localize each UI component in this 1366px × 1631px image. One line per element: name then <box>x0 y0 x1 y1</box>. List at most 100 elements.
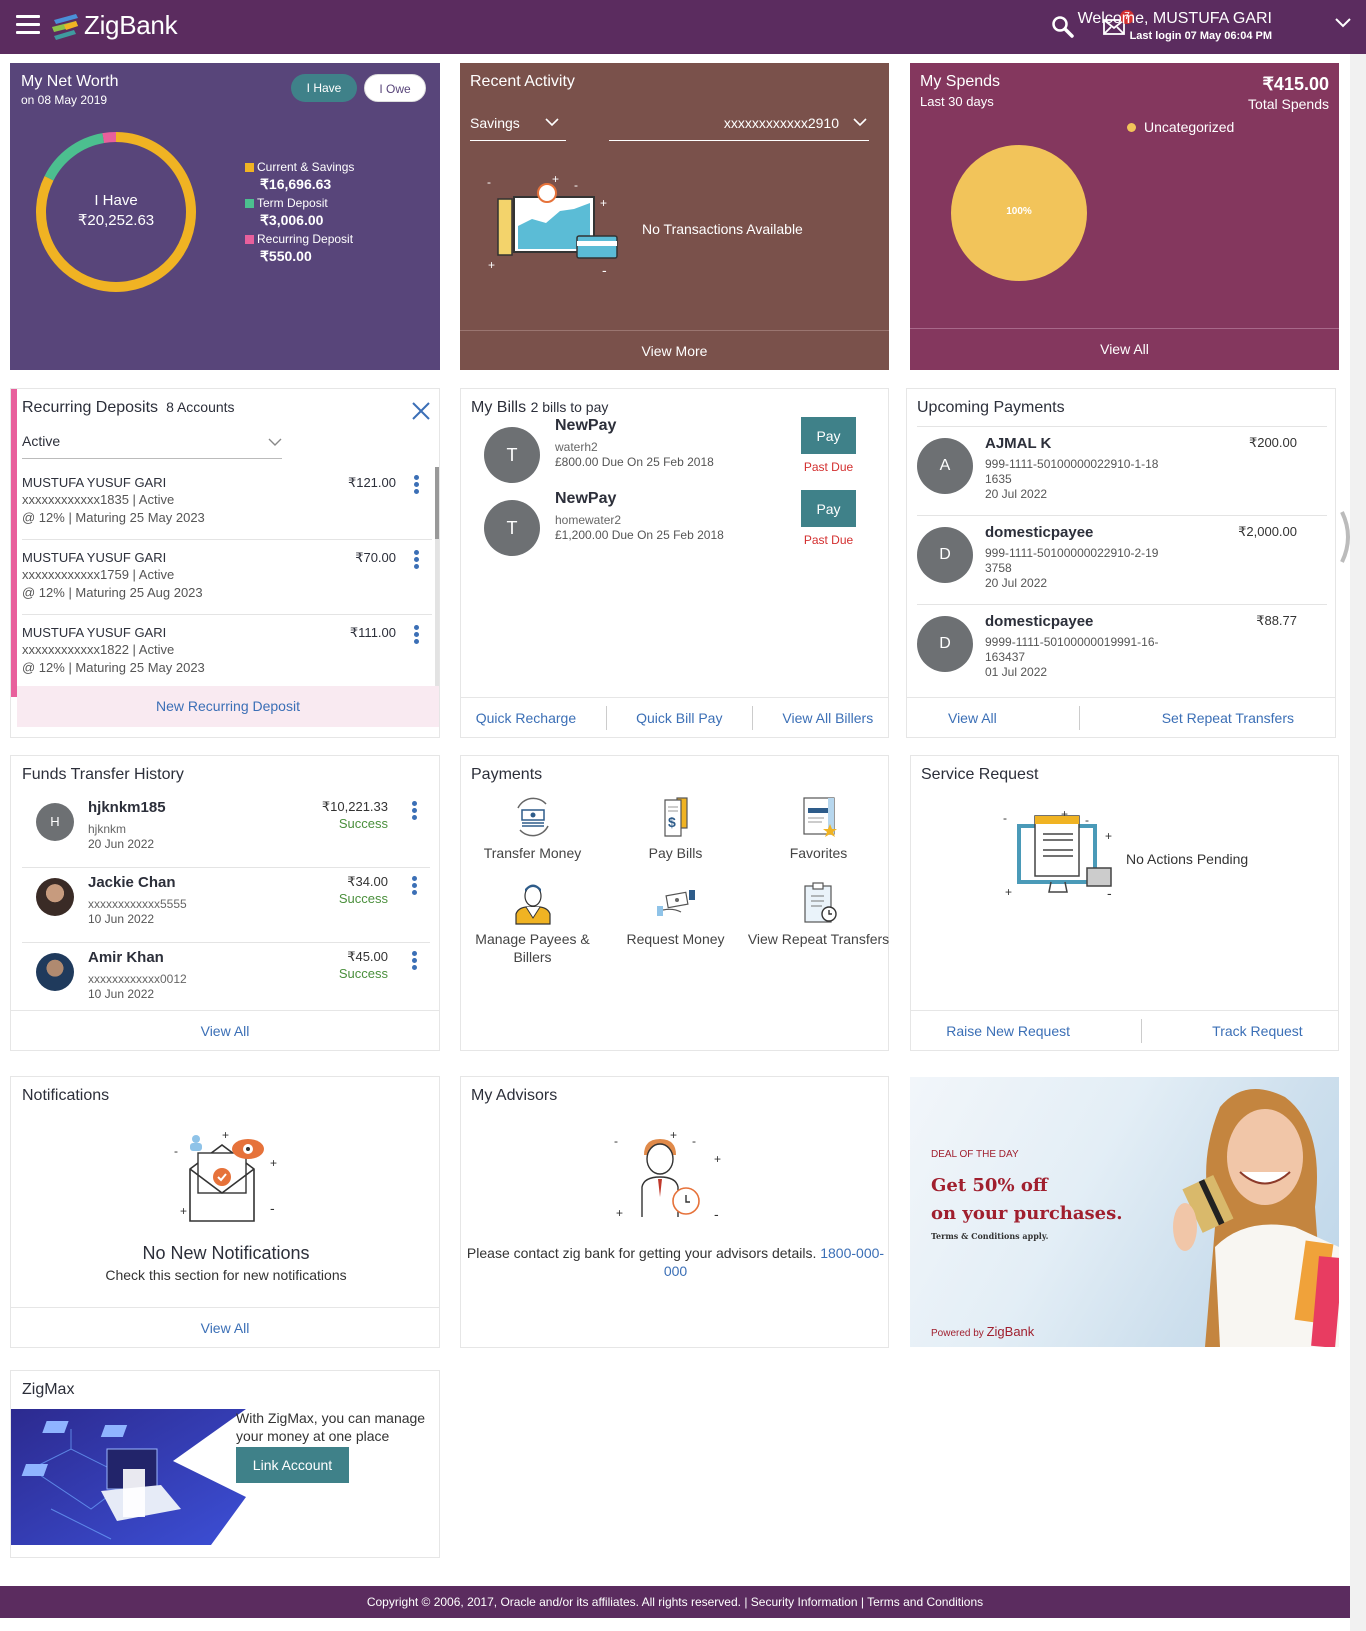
pay-button[interactable]: Pay <box>801 490 856 527</box>
account-number: 9999-1111-50100000019991-16-163437 <box>985 635 1159 664</box>
view-all-billers-link[interactable]: View All Billers <box>782 710 873 726</box>
payee-name: domesticpayee <box>985 613 1094 630</box>
svg-text:-: - <box>614 1134 618 1148</box>
tile-label: Transfer Money <box>483 845 582 861</box>
svg-text:-: - <box>602 262 607 278</box>
card-title: My Advisors <box>471 1087 558 1104</box>
donut-slice-term-deposit[interactable] <box>44 133 105 181</box>
transfer-money-tile[interactable]: Transfer Money <box>461 794 604 862</box>
legend-dot <box>1127 123 1136 132</box>
more-options-icon[interactable] <box>412 876 418 896</box>
security-information-link[interactable]: Security Information <box>751 1595 858 1609</box>
card-title: Recent Activity <box>470 73 575 90</box>
chevron-down-icon[interactable] <box>1334 16 1352 30</box>
card-title: Recurring Deposits 8 Accounts <box>22 399 235 417</box>
svg-text:+: + <box>1005 885 1012 899</box>
payee-avatar: A <box>917 438 973 494</box>
list-item[interactable]: D domesticpayee 9999-1111-50100000019991… <box>917 605 1327 694</box>
welcome-text[interactable]: Welcome, MUSTUFA GARI <box>1078 10 1272 28</box>
deposit-details: @ 12% | Maturing 25 May 2023 <box>22 660 205 675</box>
account-type-select[interactable]: Savings <box>470 109 566 141</box>
view-all-transfers-link[interactable]: View All <box>201 1023 250 1039</box>
page-scrollbar-track[interactable] <box>1350 54 1366 1631</box>
account-number: 999-1111-50100000022910-2-193758 <box>985 546 1159 575</box>
status-filter-select[interactable]: Active <box>22 425 282 459</box>
legend-value: ₹16,696.63 <box>260 176 332 192</box>
transfer-list: H hjknkm185 hjknkm 20 Jun 2022 ₹10,221.3… <box>22 793 430 1018</box>
search-icon[interactable] <box>1050 14 1076 40</box>
quick-bill-pay-link[interactable]: Quick Bill Pay <box>636 710 722 726</box>
pay-bills-tile[interactable]: $ Pay Bills <box>604 794 747 862</box>
list-item[interactable]: H hjknkm185 hjknkm 20 Jun 2022 ₹10,221.3… <box>22 793 430 868</box>
service-request-card: Service Request - + - + + - No Actions Pend… <box>910 755 1339 1051</box>
list-scrollbar[interactable] <box>435 467 439 689</box>
more-options-icon[interactable] <box>414 550 420 570</box>
link-account-button[interactable]: Link Account <box>236 1447 349 1483</box>
my-spends-card: My Spends Last 30 days ₹415.00 Total Spe… <box>910 63 1339 370</box>
payee-avatar: D <box>917 527 973 583</box>
more-options-icon[interactable] <box>414 625 420 645</box>
track-request-link[interactable]: Track Request <box>1212 1023 1303 1039</box>
service-footer: Raise New Request Track Request <box>911 1010 1338 1050</box>
transfer-status: Success <box>338 966 388 981</box>
payee-avatar: H <box>36 803 74 841</box>
pay-button[interactable]: Pay <box>801 417 856 454</box>
quick-recharge-link[interactable]: Quick Recharge <box>476 710 576 726</box>
empty-state-subtext: Check this section for new notifications <box>105 1267 347 1283</box>
view-all-spends-link[interactable]: View All <box>910 328 1339 370</box>
payment-amount: ₹2,000.00 <box>1238 524 1297 539</box>
terms-and-conditions-link[interactable]: Terms and Conditions <box>867 1595 983 1609</box>
tile-label: Manage Payees & Billers <box>475 931 590 965</box>
manage-payees-tile[interactable]: Manage Payees & Billers <box>461 880 604 966</box>
menu-icon[interactable] <box>16 15 40 35</box>
i-owe-toggle[interactable]: I Owe <box>364 74 426 102</box>
view-more-link[interactable]: View More <box>460 330 889 370</box>
list-item[interactable]: MUSTUFA YUSUF GARI xxxxxxxxxxxx1822 | Ac… <box>22 615 432 690</box>
card-title: Notifications <box>22 1087 110 1104</box>
list-item[interactable]: Jackie Chan xxxxxxxxxxxx5555 10 Jun 2022… <box>22 868 430 943</box>
my-advisors-card: My Advisors - + - + + - Please contact zig … <box>460 1076 889 1348</box>
account-number: 999-1111-50100000022910-1-181635 <box>985 457 1159 486</box>
bill-due: £1,200.00 Due On 25 Feb 2018 <box>555 528 724 542</box>
donut-slice-recurring-deposit[interactable] <box>102 132 117 144</box>
carousel-next-icon[interactable] <box>1340 510 1354 564</box>
deposit-amount: ₹121.00 <box>347 475 396 490</box>
bills-footer: Quick Recharge Quick Bill Pay View All B… <box>461 697 888 737</box>
list-item[interactable]: A AJMAL K 999-1111-50100000022910-1-1816… <box>917 427 1327 516</box>
favorites-tile[interactable]: Favorites <box>747 794 890 862</box>
svg-text:+: + <box>488 258 495 272</box>
payee-account: hjknkm <box>88 822 127 836</box>
svg-text:$: $ <box>668 814 676 830</box>
scrollbar-thumb[interactable] <box>435 467 439 539</box>
list-item[interactable]: MUSTUFA YUSUF GARI xxxxxxxxxxxx1759 | Ac… <box>22 540 432 615</box>
donut-center-value: ₹20,252.63 <box>77 212 155 229</box>
promo-headline-2: on your purchases. <box>931 1203 1123 1224</box>
bill-item: T NewPay waterh2 £800.00 Due On 25 Feb 2… <box>471 415 871 485</box>
request-money-tile[interactable]: Request Money <box>604 880 747 948</box>
list-item[interactable]: D domesticpayee 999-1111-50100000022910-… <box>917 516 1327 605</box>
transfer-date: 10 Jun 2022 <box>88 912 155 926</box>
empty-state-message: No Actions Pending <box>1126 851 1249 867</box>
more-options-icon[interactable] <box>414 475 420 495</box>
view-all-notifications-link[interactable]: View All <box>201 1320 250 1336</box>
account-number-select[interactable]: xxxxxxxxxxxx2910 <box>609 109 869 141</box>
account-status: xxxxxxxxxxxx1759 | Active <box>22 567 175 582</box>
more-options-icon[interactable] <box>412 951 418 971</box>
service-request-illustration-icon: - + -+ + - <box>1003 807 1112 901</box>
payment-date: 20 Jul 2022 <box>985 576 1048 590</box>
raise-new-request-link[interactable]: Raise New Request <box>946 1023 1070 1039</box>
view-repeat-transfers-tile[interactable]: View Repeat Transfers <box>747 880 890 948</box>
chevron-down-icon <box>853 118 867 127</box>
view-all-payments-link[interactable]: View All <box>948 710 997 726</box>
deal-of-the-day-banner[interactable]: DEAL OF THE DAY Get 50% off on your purc… <box>910 1077 1339 1347</box>
list-item[interactable]: MUSTUFA YUSUF GARI xxxxxxxxxxxx1835 | Ac… <box>22 465 432 540</box>
tile-label: Request Money <box>626 931 725 947</box>
brand-name[interactable]: ZigBank <box>84 10 178 41</box>
more-options-icon[interactable] <box>412 801 418 821</box>
account-count: 8 Accounts <box>166 399 235 415</box>
list-item[interactable]: Amir Khan xxxxxxxxxxxx0012 10 Jun 2022 ₹… <box>22 943 430 1018</box>
i-have-toggle[interactable]: I Have <box>291 74 357 102</box>
close-icon[interactable] <box>411 401 431 421</box>
new-recurring-deposit-link[interactable]: New Recurring Deposit <box>17 686 439 727</box>
set-repeat-transfers-link[interactable]: Set Repeat Transfers <box>1162 710 1294 726</box>
